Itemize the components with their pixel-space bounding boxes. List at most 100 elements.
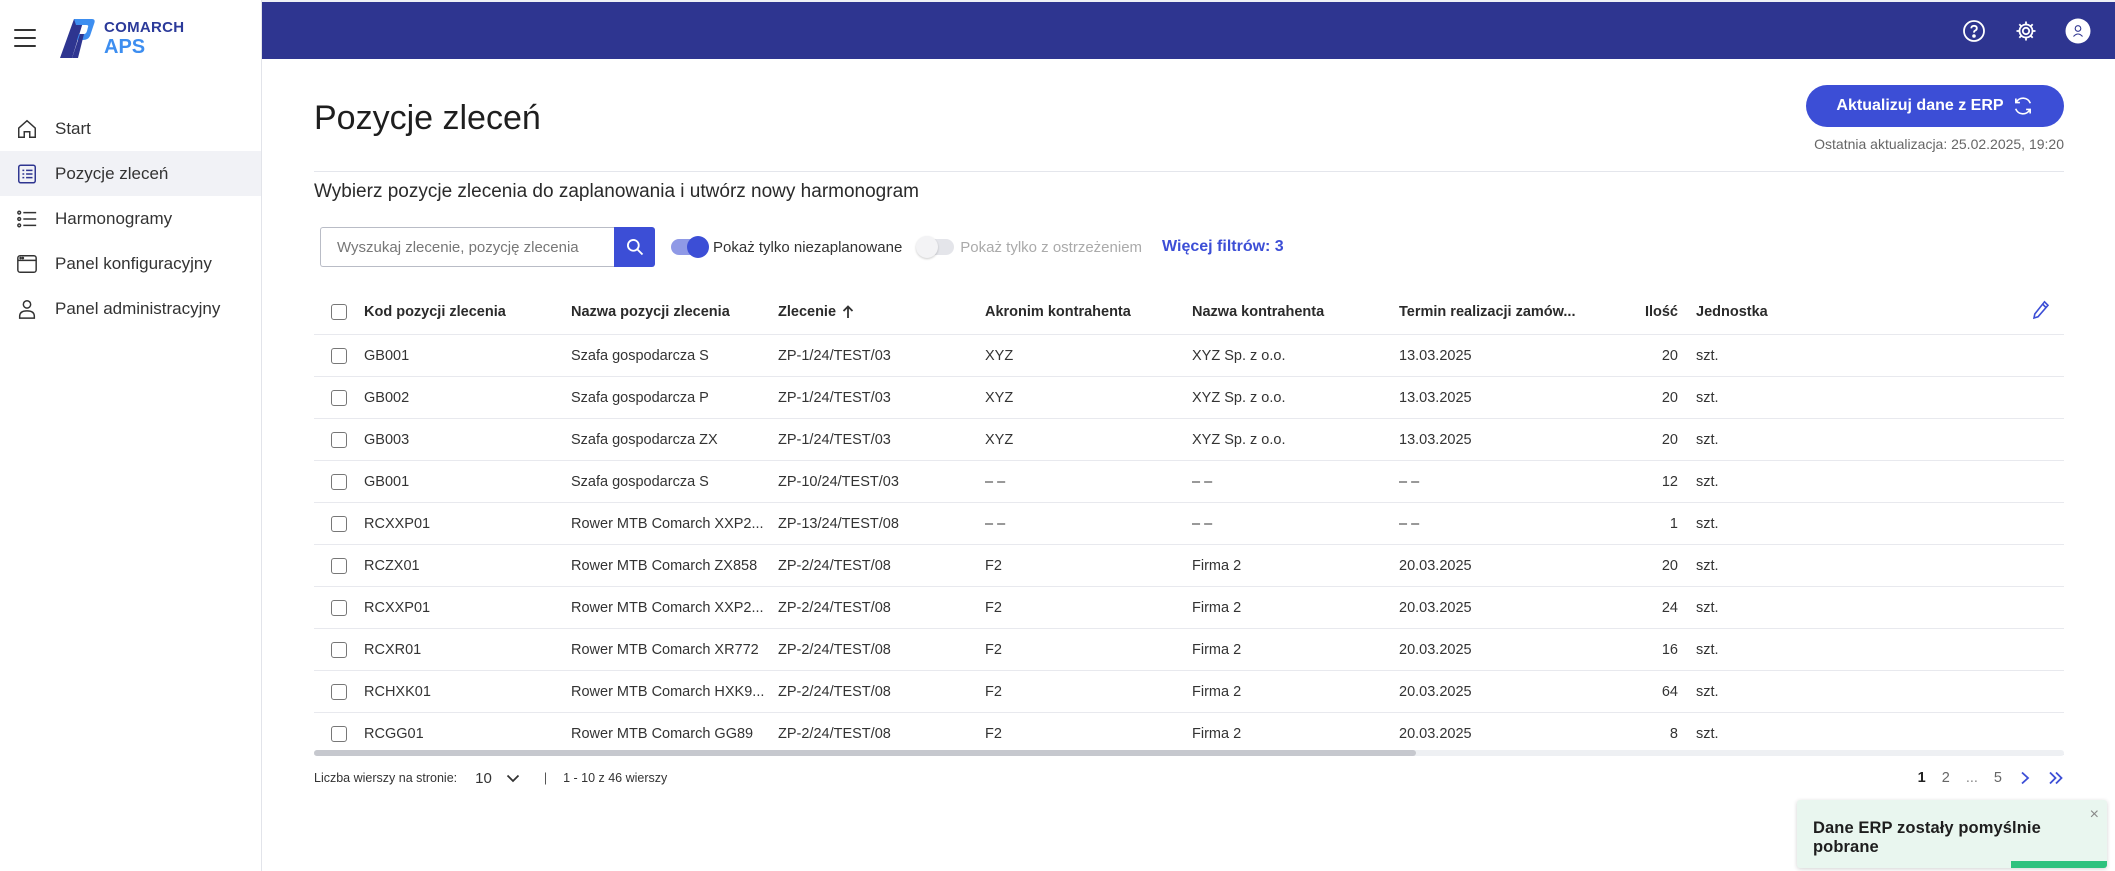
select-all-checkbox[interactable] [331, 304, 347, 320]
next-page-icon[interactable] [2020, 771, 2030, 785]
row-checkbox-cell [314, 557, 364, 574]
close-icon[interactable]: × [2090, 806, 2099, 824]
cell-termin: – – [1399, 515, 1420, 532]
sidebar-item-panel-konfiguracyjny[interactable]: Panel konfiguracyjny [0, 241, 261, 286]
gear-icon[interactable] [2013, 18, 2039, 44]
cell-ilosc: 16 [1661, 641, 1678, 658]
cell-ilosc: 1 [1669, 515, 1678, 532]
column-header[interactable]: Ilość [1579, 304, 1696, 320]
column-header[interactable]: Termin realizacji zamów... [1399, 304, 1579, 320]
cell-kod: GB002 [364, 389, 410, 406]
toggle-warnings-switch[interactable] [916, 236, 955, 258]
cell-termin: 20.03.2025 [1399, 725, 1472, 742]
toggle-warnings[interactable]: Pokaż tylko z ostrzeżeniem [916, 236, 1143, 258]
update-erp-button[interactable]: Aktualizuj dane z ERP [1806, 85, 2064, 127]
help-icon[interactable] [1961, 18, 1987, 44]
toggle-unplanned-label: Pokaż tylko niezaplanowane [713, 238, 903, 256]
cell-ilosc: 20 [1661, 431, 1678, 448]
table-row[interactable]: GB001 Szafa gospodarcza S ZP-1/24/TEST/03 X… [314, 335, 2064, 377]
row-checkbox[interactable] [331, 515, 347, 532]
search-input[interactable] [320, 227, 614, 267]
cell-jednostka: szt. [1696, 473, 1719, 490]
cell-akronim: – – [985, 515, 1006, 532]
toggle-unplanned-switch[interactable] [671, 236, 709, 258]
column-header[interactable]: Jednostka [1696, 304, 1846, 320]
row-checkbox-cell [314, 431, 364, 448]
row-checkbox[interactable] [331, 683, 347, 700]
table-row[interactable]: RCXR01 Rower MTB Comarch XR772 ZP-2/24/TES… [314, 629, 2064, 671]
cell-zlecenie: ZP-2/24/TEST/08 [778, 725, 891, 742]
cell-kontrahent: Firma 2 [1192, 641, 1242, 658]
row-checkbox[interactable] [331, 389, 347, 406]
cell-zlecenie: ZP-13/24/TEST/08 [778, 515, 899, 532]
cell-jednostka: szt. [1696, 557, 1719, 574]
cell-kod: GB001 [364, 347, 410, 364]
row-checkbox[interactable] [331, 599, 347, 616]
sidebar-item-panel-administracyjny[interactable]: Panel administracyjny [0, 286, 261, 331]
sidebar-item-label: Start [55, 118, 91, 138]
cell-kod: RCXXP01 [364, 515, 431, 532]
cell-termin: 13.03.2025 [1399, 389, 1472, 406]
table-row[interactable]: RCZX01 Rower MTB Comarch ZX858 ZP-2/24/TES… [314, 545, 2064, 587]
last-page-icon[interactable] [2048, 771, 2064, 785]
search-button[interactable] [614, 227, 655, 267]
table-row[interactable]: RCGG01 Rower MTB Comarch GG89 ZP-2/24/TEST… [314, 713, 2064, 755]
cell-kontrahent: XYZ Sp. z o.o. [1192, 389, 1286, 406]
toggle-unplanned[interactable]: Pokaż tylko niezaplanowane [671, 236, 903, 258]
horizontal-scrollbar[interactable] [314, 750, 2064, 756]
cell-ilosc: 24 [1661, 599, 1678, 616]
chevron-down-icon [506, 774, 519, 782]
rows-per-page-select[interactable]: 10 [475, 770, 520, 787]
sidebar-item-label: Panel administracyjny [55, 298, 221, 318]
row-checkbox-cell [314, 599, 364, 616]
pencil-icon[interactable] [2032, 300, 2050, 324]
column-header[interactable]: Nazwa pozycji zlecenia [571, 304, 778, 320]
avatar-icon[interactable] [2065, 18, 2091, 44]
table-row[interactable]: GB002 Szafa gospodarcza P ZP-1/24/TEST/03 X… [314, 377, 2064, 419]
page-button-2[interactable]: 2 [1942, 770, 1950, 786]
sidebar-item-pozycje-zlecen[interactable]: Pozycje zleceń [0, 151, 261, 196]
cell-ilosc: 8 [1669, 725, 1678, 742]
cell-jednostka: szt. [1696, 725, 1719, 742]
cell-nazwa: Rower MTB Comarch GG89 [571, 725, 754, 742]
row-checkbox[interactable] [331, 557, 347, 574]
cell-ilosc: 20 [1661, 557, 1678, 574]
table-row[interactable]: RCXXP01 Rower MTB Comarch XXP2... ZP-2/24/… [314, 587, 2064, 629]
table-row[interactable]: GB001 Szafa gospodarcza S ZP-10/24/TEST/03… [314, 461, 2064, 503]
column-header[interactable]: Akronim kontrahenta [985, 304, 1192, 320]
table-header: Kod pozycji zlecenia Nazwa pozycji zlece… [314, 290, 2064, 335]
table-row[interactable]: RCHXK01 Rower MTB Comarch HXK9... ZP-2/24/… [314, 671, 2064, 713]
row-checkbox[interactable] [331, 473, 347, 490]
scrollbar-thumb[interactable] [314, 750, 1416, 756]
row-checkbox-cell [314, 515, 364, 532]
table-row[interactable]: RCXXP01 Rower MTB Comarch XXP2... ZP-13/24… [314, 503, 2064, 545]
toast-progress-bar [2011, 861, 2107, 868]
orders-table: Kod pozycji zlecenia Nazwa pozycji zlece… [314, 290, 2064, 755]
column-header-sorted[interactable]: Zlecenie [778, 304, 985, 320]
column-header[interactable]: Nazwa kontrahenta [1192, 304, 1399, 320]
column-header[interactable]: Kod pozycji zlecenia [364, 304, 571, 320]
column-header-label: Zlecenie [778, 304, 837, 320]
row-checkbox[interactable] [331, 725, 347, 742]
table-row[interactable]: GB003 Szafa gospodarcza ZX ZP-1/24/TEST/03… [314, 419, 2064, 461]
cell-kontrahent: XYZ Sp. z o.o. [1192, 347, 1286, 364]
cell-akronim: F2 [985, 557, 1002, 574]
row-checkbox-cell [314, 347, 364, 364]
sidebar-item-start[interactable]: Start [0, 106, 261, 151]
row-checkbox[interactable] [331, 431, 347, 448]
page-title: Pozycje zleceń [314, 99, 541, 137]
hamburger-menu-icon[interactable] [14, 29, 36, 47]
top-bar [262, 0, 2115, 59]
more-filters-link[interactable]: Więcej filtrów: 3 [1162, 238, 1284, 256]
row-checkbox[interactable] [331, 641, 347, 658]
row-checkbox[interactable] [331, 347, 347, 364]
top-bar-icons [1961, 2, 2091, 59]
cell-akronim: F2 [985, 725, 1002, 742]
cell-kontrahent: XYZ Sp. z o.o. [1192, 431, 1286, 448]
logo[interactable]: COMARCH APS [54, 16, 184, 60]
sort-ascending-icon[interactable] [842, 305, 854, 319]
toggle-warnings-label: Pokaż tylko z ostrzeżeniem [960, 238, 1143, 256]
page-button-last[interactable]: 5 [1994, 770, 2002, 786]
page-button-1[interactable]: 1 [1918, 770, 1926, 786]
sidebar-item-harmonogramy[interactable]: Harmonogramy [0, 196, 261, 241]
